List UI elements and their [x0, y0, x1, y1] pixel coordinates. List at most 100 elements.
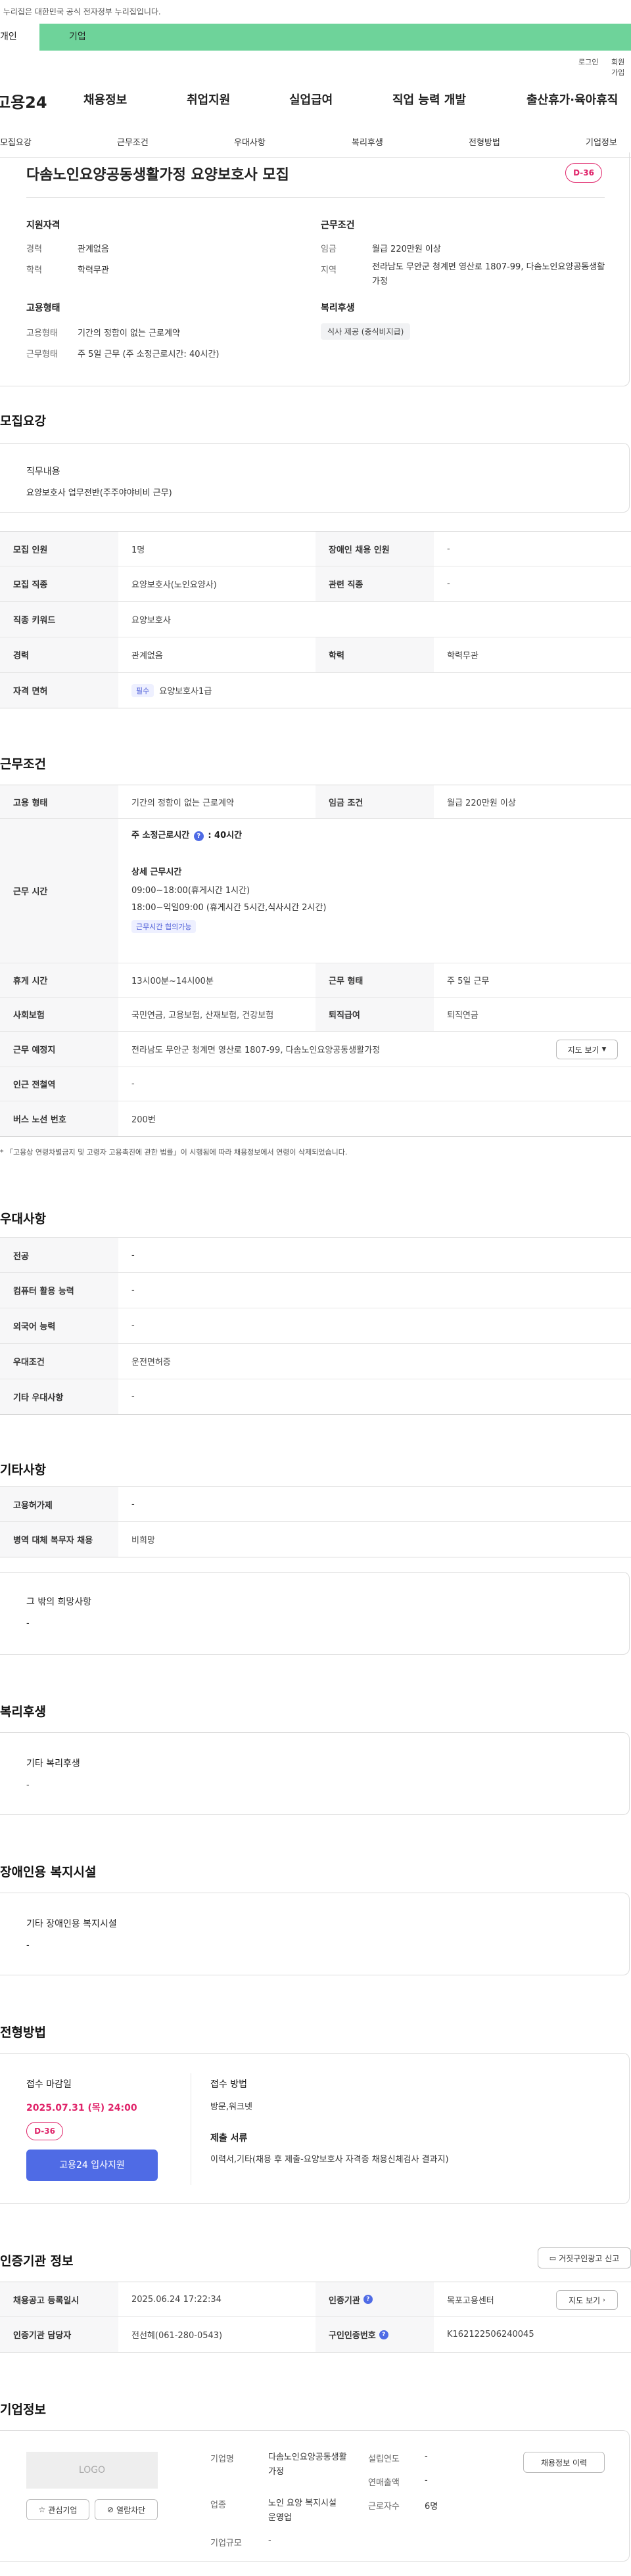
- edu-label: 학력: [26, 265, 42, 275]
- report-button[interactable]: ▭ 거짓구인광고 신고: [538, 2247, 631, 2268]
- table-row: 병역 대체 복무자 채용 비희망: [0, 1522, 631, 1557]
- welfare-box: 기타 복리후생 -: [0, 1732, 630, 1815]
- table-row: 근무 시간 주 소정근로시간 ? : 40시간 상세 근무시간 09:00~18…: [0, 819, 631, 963]
- chevron-down-icon: ▼: [601, 1046, 607, 1053]
- section-nav-process[interactable]: 전형방법: [469, 135, 500, 148]
- wage-label: 임금: [321, 244, 337, 254]
- conditions-title: 근무조건: [0, 757, 46, 771]
- map-button[interactable]: 지도 보기 ▼: [556, 1040, 618, 1059]
- table-row: 경력 관계없음 학력 학력무관: [0, 637, 631, 673]
- career-value: 관계없음: [78, 244, 109, 254]
- required-badge: 필수: [131, 683, 154, 697]
- login-link[interactable]: 로그인: [578, 57, 598, 67]
- staff-label: 근로자수: [368, 2502, 400, 2512]
- favorite-company-button[interactable]: ☆ 관심기업: [26, 2499, 89, 2520]
- table-row: 버스 노선 번호 200번: [0, 1101, 631, 1137]
- table-row: 모집 직종 요양보호사(노인요양사) 관련 직종 -: [0, 566, 631, 602]
- table-row: 자격 면허 필수 요양보호사1급: [0, 673, 631, 708]
- gov-notice: 이 누리집은 대한민국 공식 전자정부 누리집입니다.: [0, 0, 624, 24]
- block-view-button[interactable]: ⊘ 열람차단: [95, 2499, 158, 2520]
- disability-box: 기타 장애인용 복지시설 -: [0, 1893, 630, 1975]
- sales-value: -: [425, 2475, 428, 2485]
- help-icon[interactable]: ?: [363, 2295, 373, 2304]
- detail-hours-1: 09:00~18:00(휴게시간 1시간): [131, 886, 250, 896]
- section-nav-welfare[interactable]: 복리후생: [352, 135, 383, 148]
- recruit-title: 모집요강: [0, 414, 46, 428]
- edu-value: 학력무관: [78, 265, 109, 275]
- table-row: 고용허가제 -: [0, 1486, 631, 1522]
- user-type-tabs: 개인 기업: [0, 24, 631, 51]
- site-logo[interactable]: 고용24: [0, 89, 47, 112]
- employ-type-label: 고용형태: [26, 329, 58, 338]
- star-icon: ☆: [38, 2505, 46, 2514]
- welfare-other-value: -: [26, 1780, 30, 1790]
- founded-label: 설립연도: [368, 2454, 400, 2464]
- table-row: 외국어 능력 -: [0, 1308, 631, 1344]
- job-content-value: 요양보호사 업무전반(주주야야비비 근무): [26, 488, 172, 498]
- gnb-item-jobs[interactable]: 채용정보: [83, 91, 127, 108]
- company-box: LOGO ☆ 관심기업 ⊘ 열람차단 기업명 다솜노인요양공동생활가정 업종 노인 …: [0, 2430, 630, 2562]
- company-size-label: 기업규모: [210, 2539, 242, 2548]
- extra-wish-box: 그 밖의 희망사항 -: [0, 1572, 630, 1655]
- job-content-heading: 직무내용: [26, 467, 60, 477]
- company-title: 기업정보: [0, 2403, 46, 2417]
- document-icon: ▭: [549, 2253, 557, 2263]
- welfare-title: 복리후생: [0, 1705, 46, 1719]
- extra-wish-value: -: [26, 1619, 30, 1628]
- deadline-heading: 접수 마감일: [26, 2079, 72, 2090]
- weekly-hours-label: 주 소정근로시간: [131, 831, 190, 840]
- detail-hours-heading: 상세 근무시간: [131, 867, 182, 877]
- license-value: 요양보호사1급: [159, 687, 212, 697]
- tab-company[interactable]: 기업: [39, 24, 631, 51]
- industry-value: 노인 요양 복지시설 운영업: [268, 2498, 337, 2523]
- weekly-hours-value: : 40시간: [208, 831, 243, 840]
- extra-wish-heading: 그 밖의 희망사항: [26, 1597, 92, 1607]
- company-size-value: -: [268, 2536, 271, 2546]
- recruit-history-button[interactable]: 채용정보 이력: [523, 2452, 605, 2473]
- work-heading: 근무조건: [321, 220, 355, 231]
- disability-heading: 기타 장애인용 복지시설: [26, 1919, 117, 1929]
- staff-value: 6명: [425, 2502, 438, 2512]
- negotiable-badge: 근무시간 협의가능: [131, 920, 197, 933]
- table-row: 우대조건 운전면허증: [0, 1344, 631, 1379]
- help-icon[interactable]: ?: [379, 2330, 388, 2339]
- method-value: 방문,워크넷: [210, 2102, 252, 2112]
- tab-personal[interactable]: 개인: [0, 24, 39, 51]
- agency-map-button[interactable]: 지도 보기 ›: [556, 2290, 618, 2310]
- work-form-label: 근무형태: [26, 350, 58, 359]
- table-row: 채용공고 등록일시 2025.06.24 17:22:34 인증기관? 목포고용…: [0, 2282, 631, 2317]
- company-name-value: 다솜노인요양공동생활가정: [268, 2452, 347, 2477]
- gnb-item-training[interactable]: 직업 능력 개발: [392, 91, 466, 108]
- gnb-item-support[interactable]: 취업지원: [187, 91, 230, 108]
- chevron-right-icon: ›: [602, 2296, 605, 2304]
- global-nav: 고용24 채용정보 취업지원 실업급여 직업 능력 개발 출산휴가·육아휴직: [0, 91, 631, 117]
- wage-value: 월급 220만원 이상: [372, 244, 441, 254]
- gnb-item-leave[interactable]: 출산휴가·육아휴직: [526, 91, 618, 108]
- docs-value: 이력서,기타(채용 후 제출-요양보호사 자격증 채용신체검사 결과지): [210, 2155, 449, 2165]
- section-nav-recruit[interactable]: 모집요강: [0, 135, 32, 148]
- others-title: 기타사항: [0, 1463, 46, 1477]
- qual-heading: 지원자격: [26, 220, 60, 231]
- section-nav-preference[interactable]: 우대사항: [234, 135, 266, 148]
- sales-label: 연매출액: [368, 2478, 400, 2488]
- summary-card: 다솜노인요양공동생활가정 요양보호사 모집 D-36 지원자격 경력 관계없음 …: [0, 152, 630, 386]
- section-nav-company[interactable]: 기업정보: [586, 135, 617, 148]
- detail-hours-2: 18:00~익일09:00 (휴게시간 5시간,식사시간 2시간): [131, 903, 327, 913]
- section-nav-conditions[interactable]: 근무조건: [117, 135, 149, 148]
- company-logo: LOGO: [26, 2452, 158, 2489]
- table-row: 전공 -: [0, 1237, 631, 1273]
- dday-badge: D-36: [26, 2122, 63, 2140]
- table-row: 기타 우대사항 -: [0, 1379, 631, 1415]
- signup-link[interactable]: 회원가입: [611, 57, 631, 78]
- divider: [26, 197, 605, 198]
- process-title: 전형방법: [0, 2025, 46, 2040]
- table-row: 인근 전철역 -: [0, 1067, 631, 1101]
- table-row: 휴게 시간 13시00분~14시00분 근무 형태 주 5일 근무: [0, 963, 631, 998]
- apply-button[interactable]: 고용24 입사지원: [26, 2150, 158, 2181]
- welfare-other-heading: 기타 복리후생: [26, 1759, 80, 1769]
- gnb-item-benefit[interactable]: 실업급여: [289, 91, 333, 108]
- career-label: 경력: [26, 244, 42, 254]
- agency-title: 인증기관 정보: [0, 2254, 74, 2268]
- table-row: 모집 인원 1명 장애인 채용 인원 -: [0, 531, 631, 566]
- help-icon[interactable]: ?: [193, 831, 204, 841]
